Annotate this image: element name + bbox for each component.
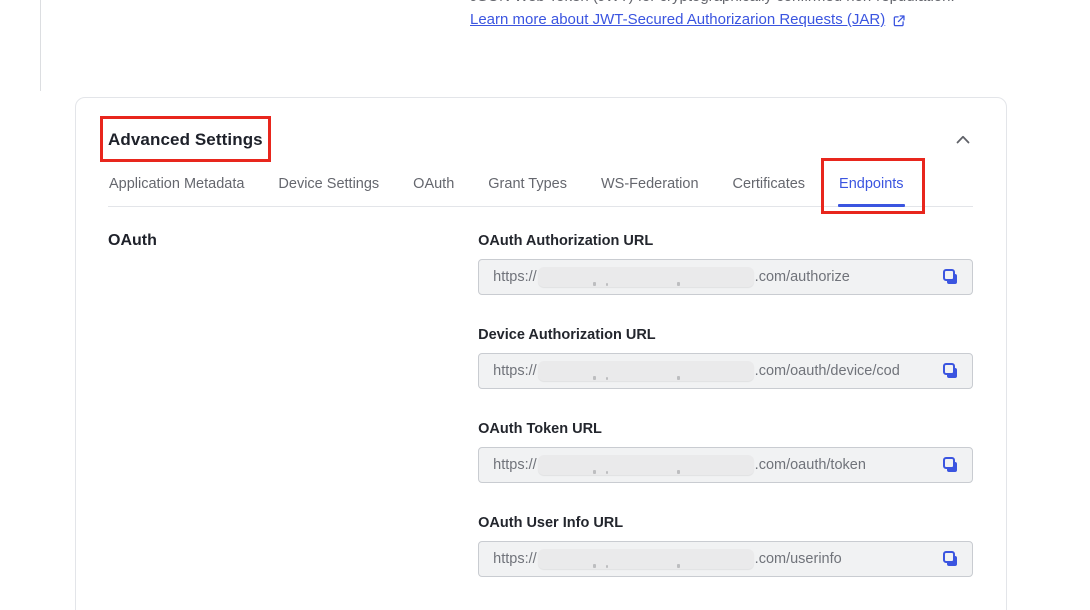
active-tab-underline	[838, 204, 905, 207]
copy-icon[interactable]	[942, 551, 960, 569]
copy-icon[interactable]	[942, 269, 960, 287]
field-label: Device Authorization URL	[478, 325, 973, 345]
oauth-token-url-input[interactable]: https:// .com/oauth/token	[478, 447, 973, 483]
field-device-authorization-url: Device Authorization URL https:// .com/oa…	[478, 325, 973, 389]
field-oauth-token-url: OAuth Token URL https:// .com/oauth/token	[478, 419, 973, 483]
field-label: OAuth User Info URL	[478, 513, 973, 533]
jwt-description-block: JSON Web Token (JWT) for cryptographical…	[470, 0, 955, 31]
field-label: OAuth Authorization URL	[478, 231, 973, 251]
copy-icon[interactable]	[942, 363, 960, 381]
tab-ws-federation[interactable]: WS-Federation	[600, 174, 700, 206]
redaction-overlay	[538, 361, 754, 381]
advanced-settings-title: Advanced Settings	[108, 130, 263, 150]
advanced-settings-card: Advanced Settings Application Metadata D…	[75, 97, 1007, 610]
url-prefix: https://	[493, 363, 537, 379]
settings-tab-bar: Application Metadata Device Settings OAu…	[108, 174, 973, 207]
url-prefix: https://	[493, 457, 537, 473]
device-authorization-url-input[interactable]: https:// .com/oauth/device/cod	[478, 353, 973, 389]
field-oauth-user-info-url: OAuth User Info URL https:// .com/userinf…	[478, 513, 973, 577]
oauth-authorization-url-input[interactable]: https:// .com/authorize	[478, 259, 973, 295]
tab-certificates[interactable]: Certificates	[732, 174, 807, 206]
copy-icon[interactable]	[942, 457, 960, 475]
external-link-icon[interactable]	[892, 13, 906, 27]
jar-learn-more-link[interactable]: Learn more about JWT-Secured Authorizari…	[470, 9, 885, 31]
tab-endpoints[interactable]: Endpoints	[838, 174, 905, 206]
tab-device-settings[interactable]: Device Settings	[277, 174, 380, 206]
url-prefix: https://	[493, 269, 537, 285]
url-prefix: https://	[493, 551, 537, 567]
field-label: OAuth Token URL	[478, 419, 973, 439]
redaction-overlay	[538, 455, 754, 475]
redaction-overlay	[538, 549, 754, 569]
redaction-overlay	[538, 267, 754, 287]
url-suffix: .com/oauth/device/cod	[755, 363, 900, 379]
oauth-user-info-url-input[interactable]: https:// .com/userinfo	[478, 541, 973, 577]
field-oauth-authorization-url: OAuth Authorization URL https:// .com/aut…	[478, 231, 973, 295]
tab-oauth[interactable]: OAuth	[412, 174, 455, 206]
url-suffix: .com/userinfo	[755, 551, 842, 567]
previous-card-left-border	[40, 0, 41, 91]
collapse-section-button[interactable]	[953, 130, 973, 150]
url-suffix: .com/oauth/token	[755, 457, 866, 473]
tab-grant-types[interactable]: Grant Types	[487, 174, 568, 206]
jwt-description-text: JSON Web Token (JWT) for cryptographical…	[470, 0, 955, 8]
oauth-section-title: OAuth	[108, 231, 478, 607]
tab-application-metadata[interactable]: Application Metadata	[108, 174, 245, 206]
chevron-up-icon	[956, 131, 970, 149]
url-suffix: .com/authorize	[755, 269, 850, 285]
endpoint-fields: OAuth Authorization URL https:// .com/aut…	[478, 231, 973, 607]
